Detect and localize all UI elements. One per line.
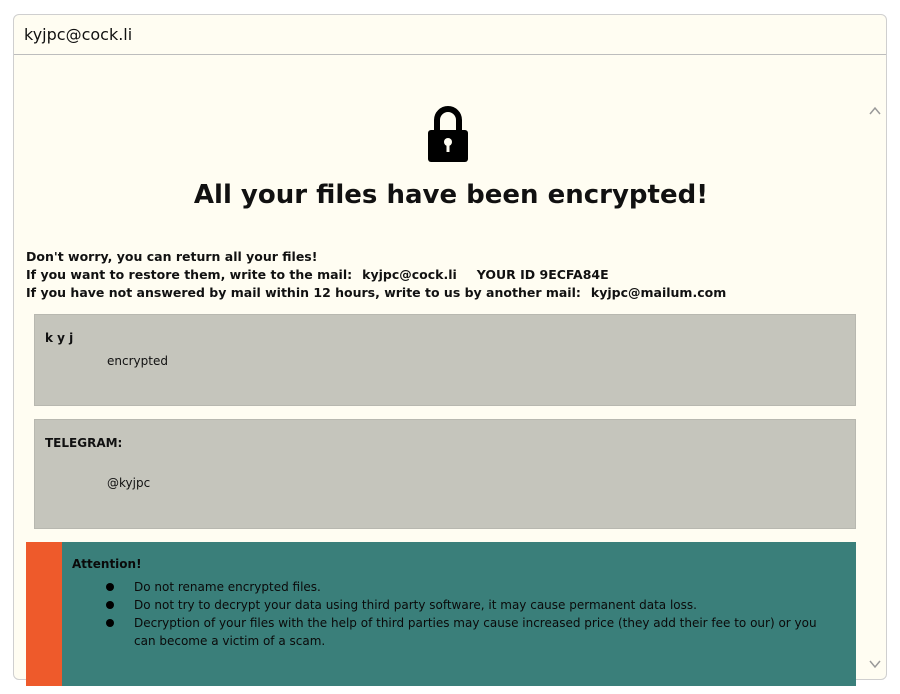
note-content: All your files have been encrypted! Don'… — [16, 56, 886, 686]
attention-item: Decryption of your files with the help o… — [104, 614, 824, 650]
page-title: All your files have been encrypted! — [193, 180, 709, 210]
contact-info: Don't worry, you can return all your fil… — [26, 248, 726, 302]
chevron-down-icon[interactable] — [868, 657, 882, 671]
attention-box: Attention! Do not rename encrypted files… — [26, 542, 856, 686]
lock-icon — [428, 106, 468, 162]
telegram-handle: @kyjpc — [107, 476, 151, 490]
info-box-kyj-text: encrypted — [107, 354, 168, 368]
attention-item: Do not rename encrypted files. — [104, 578, 824, 596]
telegram-box: TELEGRAM: @kyjpc — [34, 419, 856, 529]
info-line-3-prefix: If you have not answered by mail within … — [26, 285, 581, 300]
ransom-note-window: kyjpc@cock.li All your files have been e… — [13, 14, 887, 686]
info-line-2-prefix: If you want to restore them, write to th… — [26, 267, 353, 282]
window-title: kyjpc@cock.li — [14, 15, 886, 55]
victim-id: YOUR ID 9ECFA84E — [476, 267, 609, 282]
attention-stripe — [26, 542, 62, 686]
info-line-1: Don't worry, you can return all your fil… — [26, 249, 318, 264]
info-line-3: If you have not answered by mail within … — [26, 284, 726, 302]
info-box-kyj: k y j encrypted — [34, 314, 856, 406]
backup-email: kyjpc@mailum.com — [590, 285, 727, 300]
info-box-kyj-title: k y j — [45, 331, 74, 345]
info-line-2: If you want to restore them, write to th… — [26, 266, 726, 284]
attention-item: Do not try to decrypt your data using th… — [104, 596, 824, 614]
chevron-up-icon[interactable] — [868, 104, 882, 118]
telegram-title: TELEGRAM: — [45, 436, 123, 450]
contact-email: kyjpc@cock.li — [362, 267, 457, 282]
attention-list: Do not rename encrypted files. Do not tr… — [104, 578, 824, 650]
attention-title: Attention! — [72, 557, 142, 571]
